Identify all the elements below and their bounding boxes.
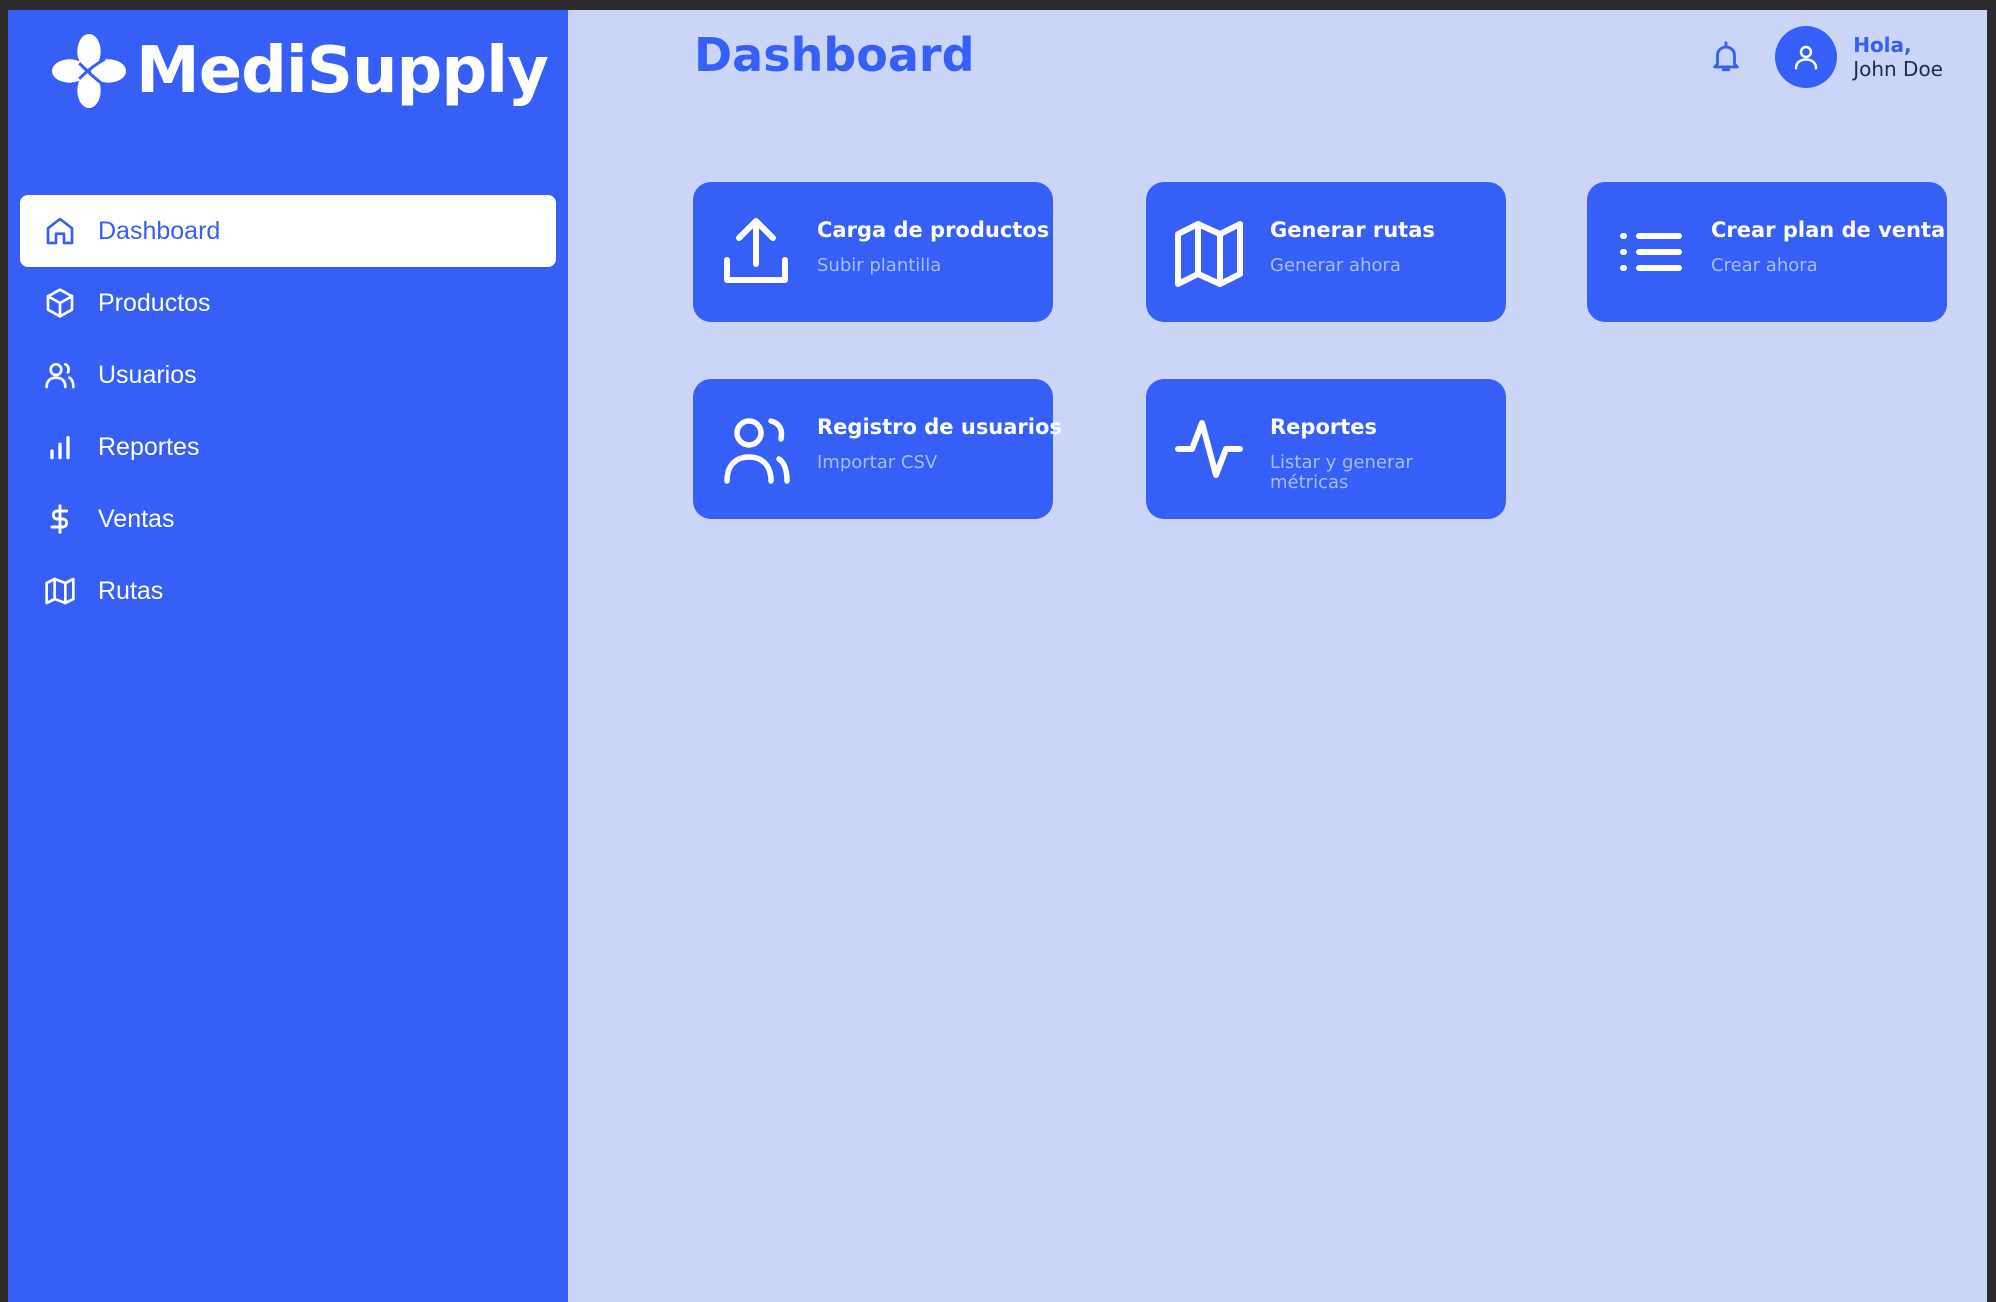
sidebar-item-label: Usuarios — [98, 360, 197, 389]
sidebar-item-productos[interactable]: Productos — [20, 267, 556, 339]
card-title: Carga de productos — [817, 218, 1050, 242]
sidebar-item-label: Dashboard — [98, 216, 221, 245]
sidebar-item-label: Reportes — [98, 432, 200, 461]
sidebar: MediSupply Dashboard Productos Usuarios … — [8, 10, 568, 1302]
bell-icon[interactable] — [1709, 40, 1743, 74]
card-subtitle: Crear ahora — [1711, 255, 1818, 276]
card-subtitle: Subir plantilla — [817, 255, 942, 276]
activity-icon — [1175, 420, 1243, 478]
users-icon — [45, 363, 75, 389]
card-subtitle: Importar CSV — [817, 452, 938, 473]
app-logo: MediSupply — [50, 32, 549, 110]
sidebar-item-label: Productos — [98, 288, 211, 317]
upload-icon — [724, 218, 788, 283]
users-icon — [724, 418, 790, 484]
user-icon — [1794, 45, 1818, 70]
sidebar-item-rutas[interactable]: Rutas — [20, 555, 556, 627]
card-title: Reportes — [1270, 415, 1378, 439]
app-window: MediSupply Dashboard Productos Usuarios … — [8, 10, 1987, 1302]
sidebar-nav: Dashboard Productos Usuarios Reportes Ve… — [20, 195, 556, 627]
card-reportes[interactable]: Reportes Listar y generar métricas — [1146, 379, 1506, 519]
sidebar-item-usuarios[interactable]: Usuarios — [20, 339, 556, 411]
card-registro-usuarios[interactable]: Registro de usuarios Importar CSV — [693, 379, 1062, 519]
sidebar-item-dashboard[interactable]: Dashboard — [20, 195, 556, 267]
user-greeting: Hola, John Doe — [1853, 33, 1943, 81]
card-title: Registro de usuarios — [817, 415, 1062, 439]
sidebar-item-ventas[interactable]: Ventas — [20, 483, 556, 555]
bar-chart-icon — [50, 436, 70, 460]
home-icon — [46, 217, 74, 245]
card-crear-plan-venta[interactable]: Crear plan de venta Crear ahora — [1587, 182, 1947, 322]
sidebar-item-label: Rutas — [98, 576, 164, 605]
list-icon — [1620, 233, 1682, 271]
avatar[interactable] — [1775, 26, 1838, 88]
card-title: Crear plan de venta — [1711, 218, 1946, 242]
user-name: John Doe — [1853, 57, 1943, 81]
sidebar-item-reportes[interactable]: Reportes — [20, 411, 556, 483]
app-name: MediSupply — [136, 34, 549, 108]
card-subtitle: Generar ahora — [1270, 255, 1401, 276]
card-title: Generar rutas — [1270, 218, 1435, 242]
card-subtitle: Listar y generar métricas — [1270, 452, 1413, 493]
map-icon — [45, 577, 75, 605]
card-carga-productos[interactable]: Carga de productos Subir plantilla — [693, 182, 1053, 322]
dollar-icon — [50, 504, 69, 534]
box-icon — [46, 288, 74, 318]
map-icon — [1175, 221, 1243, 287]
user-header: Hola, John Doe — [1709, 26, 1943, 88]
main-content: Dashboard Hola, John Doe Carga de produc… — [568, 10, 1987, 1302]
sidebar-item-label: Ventas — [98, 504, 175, 533]
logo-icon — [51, 33, 127, 109]
greeting-text: Hola, — [1853, 33, 1912, 57]
page-title: Dashboard — [694, 28, 975, 82]
card-generar-rutas[interactable]: Generar rutas Generar ahora — [1146, 182, 1506, 322]
